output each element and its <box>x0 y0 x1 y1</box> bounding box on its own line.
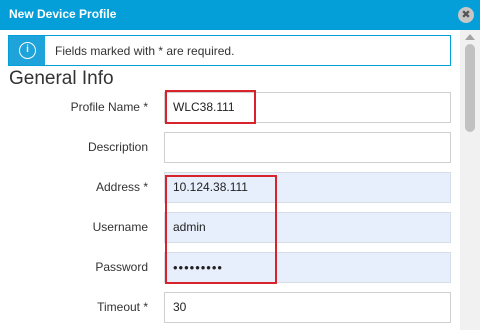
address-label: Address * <box>95 180 148 194</box>
scroll-thumb[interactable] <box>465 44 475 132</box>
address-input[interactable]: 10.124.38.111 <box>164 172 451 203</box>
info-icon: i <box>19 42 36 59</box>
scroll-up-icon[interactable] <box>465 34 475 40</box>
dialog-content: i Fields marked with * are required. Gen… <box>0 30 460 330</box>
password-label: Password <box>95 260 148 274</box>
username-input[interactable]: admin <box>164 212 451 243</box>
description-input[interactable] <box>164 132 451 163</box>
profile-name-input[interactable]: WLC38.111 <box>164 92 451 123</box>
profile-name-label: Profile Name * <box>70 100 148 114</box>
timeout-input[interactable]: 30 <box>164 292 451 323</box>
info-icon-box: i <box>9 36 45 65</box>
username-label: Username <box>92 220 148 234</box>
dialog-titlebar: New Device Profile ✖ <box>0 0 480 30</box>
dialog-title: New Device Profile <box>9 7 117 21</box>
info-message: Fields marked with * are required. <box>55 44 235 58</box>
timeout-label: Timeout * <box>97 300 148 314</box>
section-title: General Info <box>9 68 114 89</box>
vertical-scrollbar[interactable] <box>460 30 480 330</box>
description-label: Description <box>87 140 148 154</box>
password-input[interactable]: ••••••••• <box>164 252 451 283</box>
close-button[interactable]: ✖ <box>458 7 474 23</box>
info-banner: i Fields marked with * are required. <box>8 35 451 66</box>
close-icon: ✖ <box>461 9 471 21</box>
